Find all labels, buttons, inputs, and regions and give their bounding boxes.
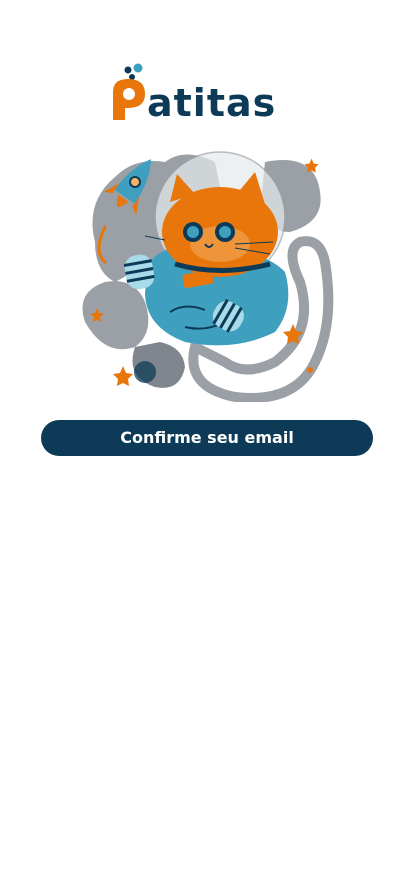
svg-text:atitas: atitas [147,81,276,124]
patitas-logo: atitas [113,63,276,124]
astronaut-cat-illustration [82,151,334,402]
confirm-email-button[interactable]: Confirme seu email [41,420,373,456]
